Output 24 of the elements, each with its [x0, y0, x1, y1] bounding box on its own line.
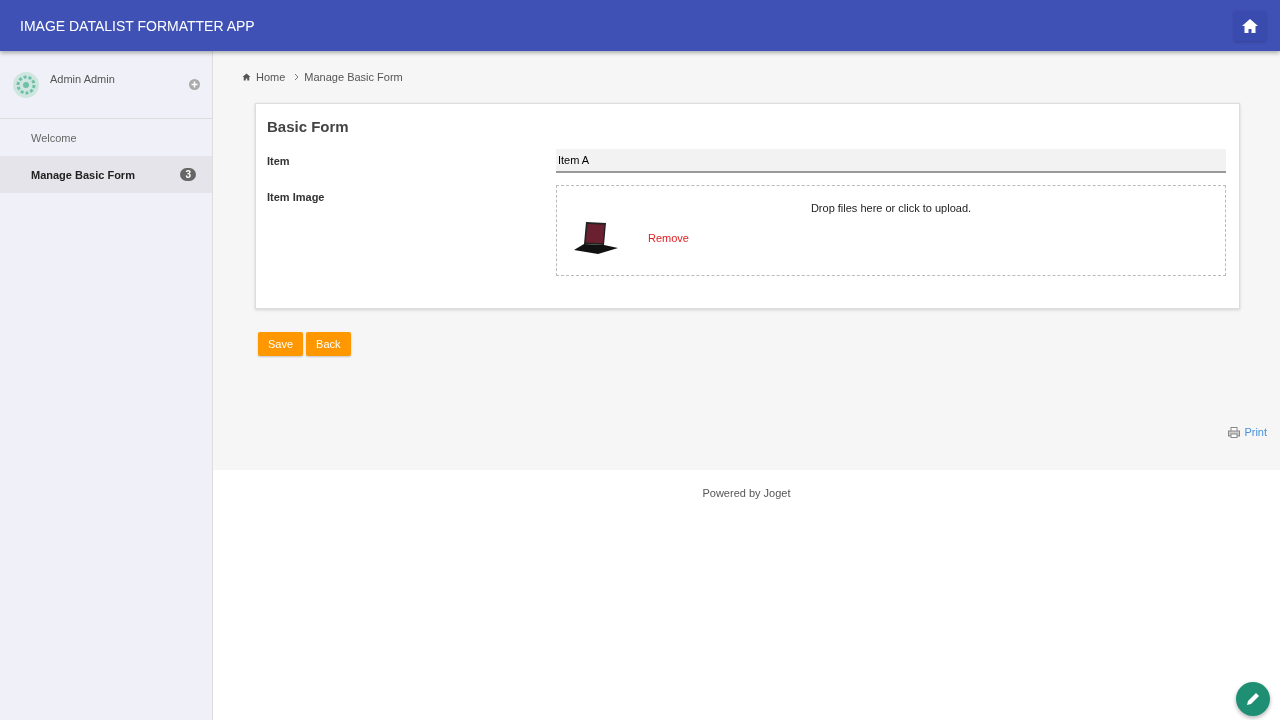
form-title: Basic Form — [267, 118, 350, 135]
user-name: Admin Admin — [50, 72, 116, 85]
plus-icon[interactable] — [189, 79, 200, 90]
upload-hint: Drop files here or click to upload. — [810, 202, 972, 214]
footer-text: Powered by Joget — [702, 487, 791, 501]
sidebar-item[interactable]: Manage Basic Form 3 — [0, 156, 212, 193]
breadcrumb-current: Manage Basic Form — [304, 71, 403, 83]
avatar-icon — [12, 70, 40, 99]
printer-icon — [1228, 426, 1241, 438]
print-link[interactable]: Print — [1228, 426, 1267, 438]
chevron-right-icon — [294, 73, 300, 81]
remove-link[interactable]: Remove — [648, 232, 689, 244]
home-icon — [242, 73, 251, 81]
field-label: Item — [267, 154, 291, 169]
item-input[interactable]: Item A — [556, 149, 1226, 173]
home-button[interactable] — [1234, 10, 1266, 41]
home-icon — [1241, 17, 1259, 34]
count-badge: 3 — [180, 168, 196, 181]
breadcrumb-link[interactable]: Home — [256, 71, 286, 83]
sidebar-item[interactable]: Welcome — [0, 119, 212, 156]
app-title: IMAGE DATALIST FORMATTER APP — [20, 17, 255, 34]
field-label: Item Image — [267, 190, 326, 205]
upload-dropzone[interactable]: Drop files here or click to upload. Remove — [556, 185, 1226, 276]
pencil-icon — [1245, 691, 1261, 707]
